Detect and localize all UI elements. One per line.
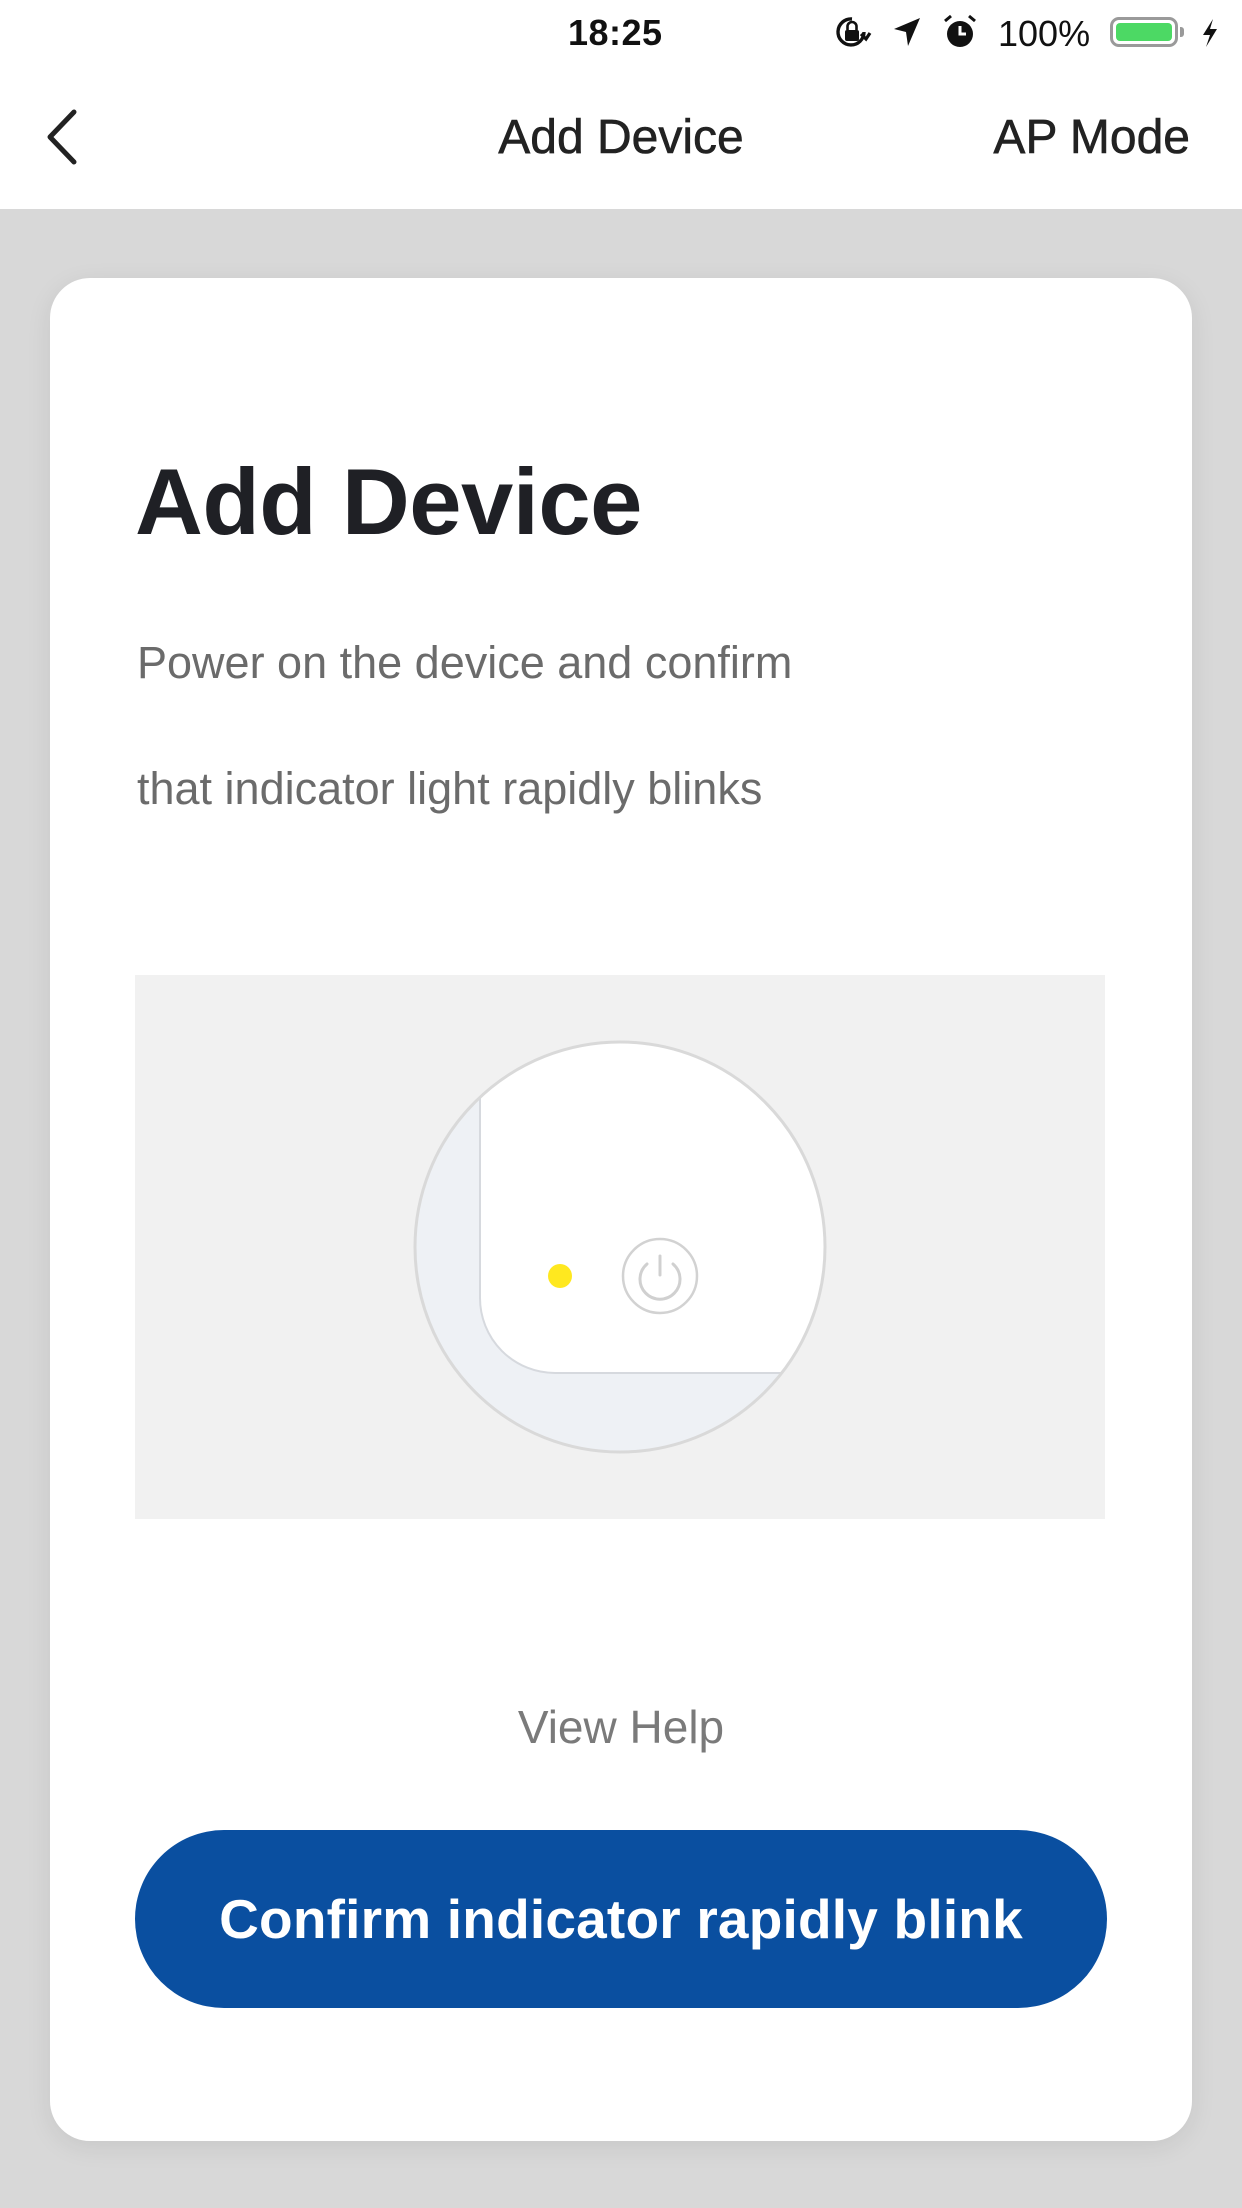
view-help-link[interactable]: View Help [50, 1700, 1192, 1754]
add-device-card: Add Device Power on the device and confi… [50, 278, 1192, 2141]
status-time: 18:25 [568, 12, 663, 53]
location-arrow-icon [894, 18, 920, 46]
instruction-line: that indicator light rapidly blinks [137, 763, 763, 814]
battery-level-fill [1116, 23, 1172, 41]
charging-bolt-icon [1203, 19, 1217, 47]
device-indicator-illustration [413, 1040, 827, 1454]
ap-mode-button[interactable]: AP Mode [993, 110, 1190, 165]
battery-tip [1180, 27, 1184, 37]
indicator-light [548, 1264, 572, 1288]
confirm-indicator-button[interactable]: Confirm indicator rapidly blink [135, 1830, 1107, 2008]
rotation-lock-icon [836, 17, 872, 47]
alarm-clock-icon [944, 14, 976, 47]
instruction-line: Power on the device and confirm [137, 637, 793, 688]
page-title: Add Device [135, 449, 642, 554]
battery-icon [1110, 17, 1178, 47]
device-body [479, 1043, 824, 1374]
battery-percentage: 100% [998, 13, 1091, 54]
device-illustration [135, 975, 1105, 1519]
status-bar: 18:25 100% [0, 0, 1242, 66]
instruction-text: Power on the device and confirm that ind… [137, 600, 1037, 852]
navigation-bar: Add Device AP Mode [0, 66, 1242, 209]
